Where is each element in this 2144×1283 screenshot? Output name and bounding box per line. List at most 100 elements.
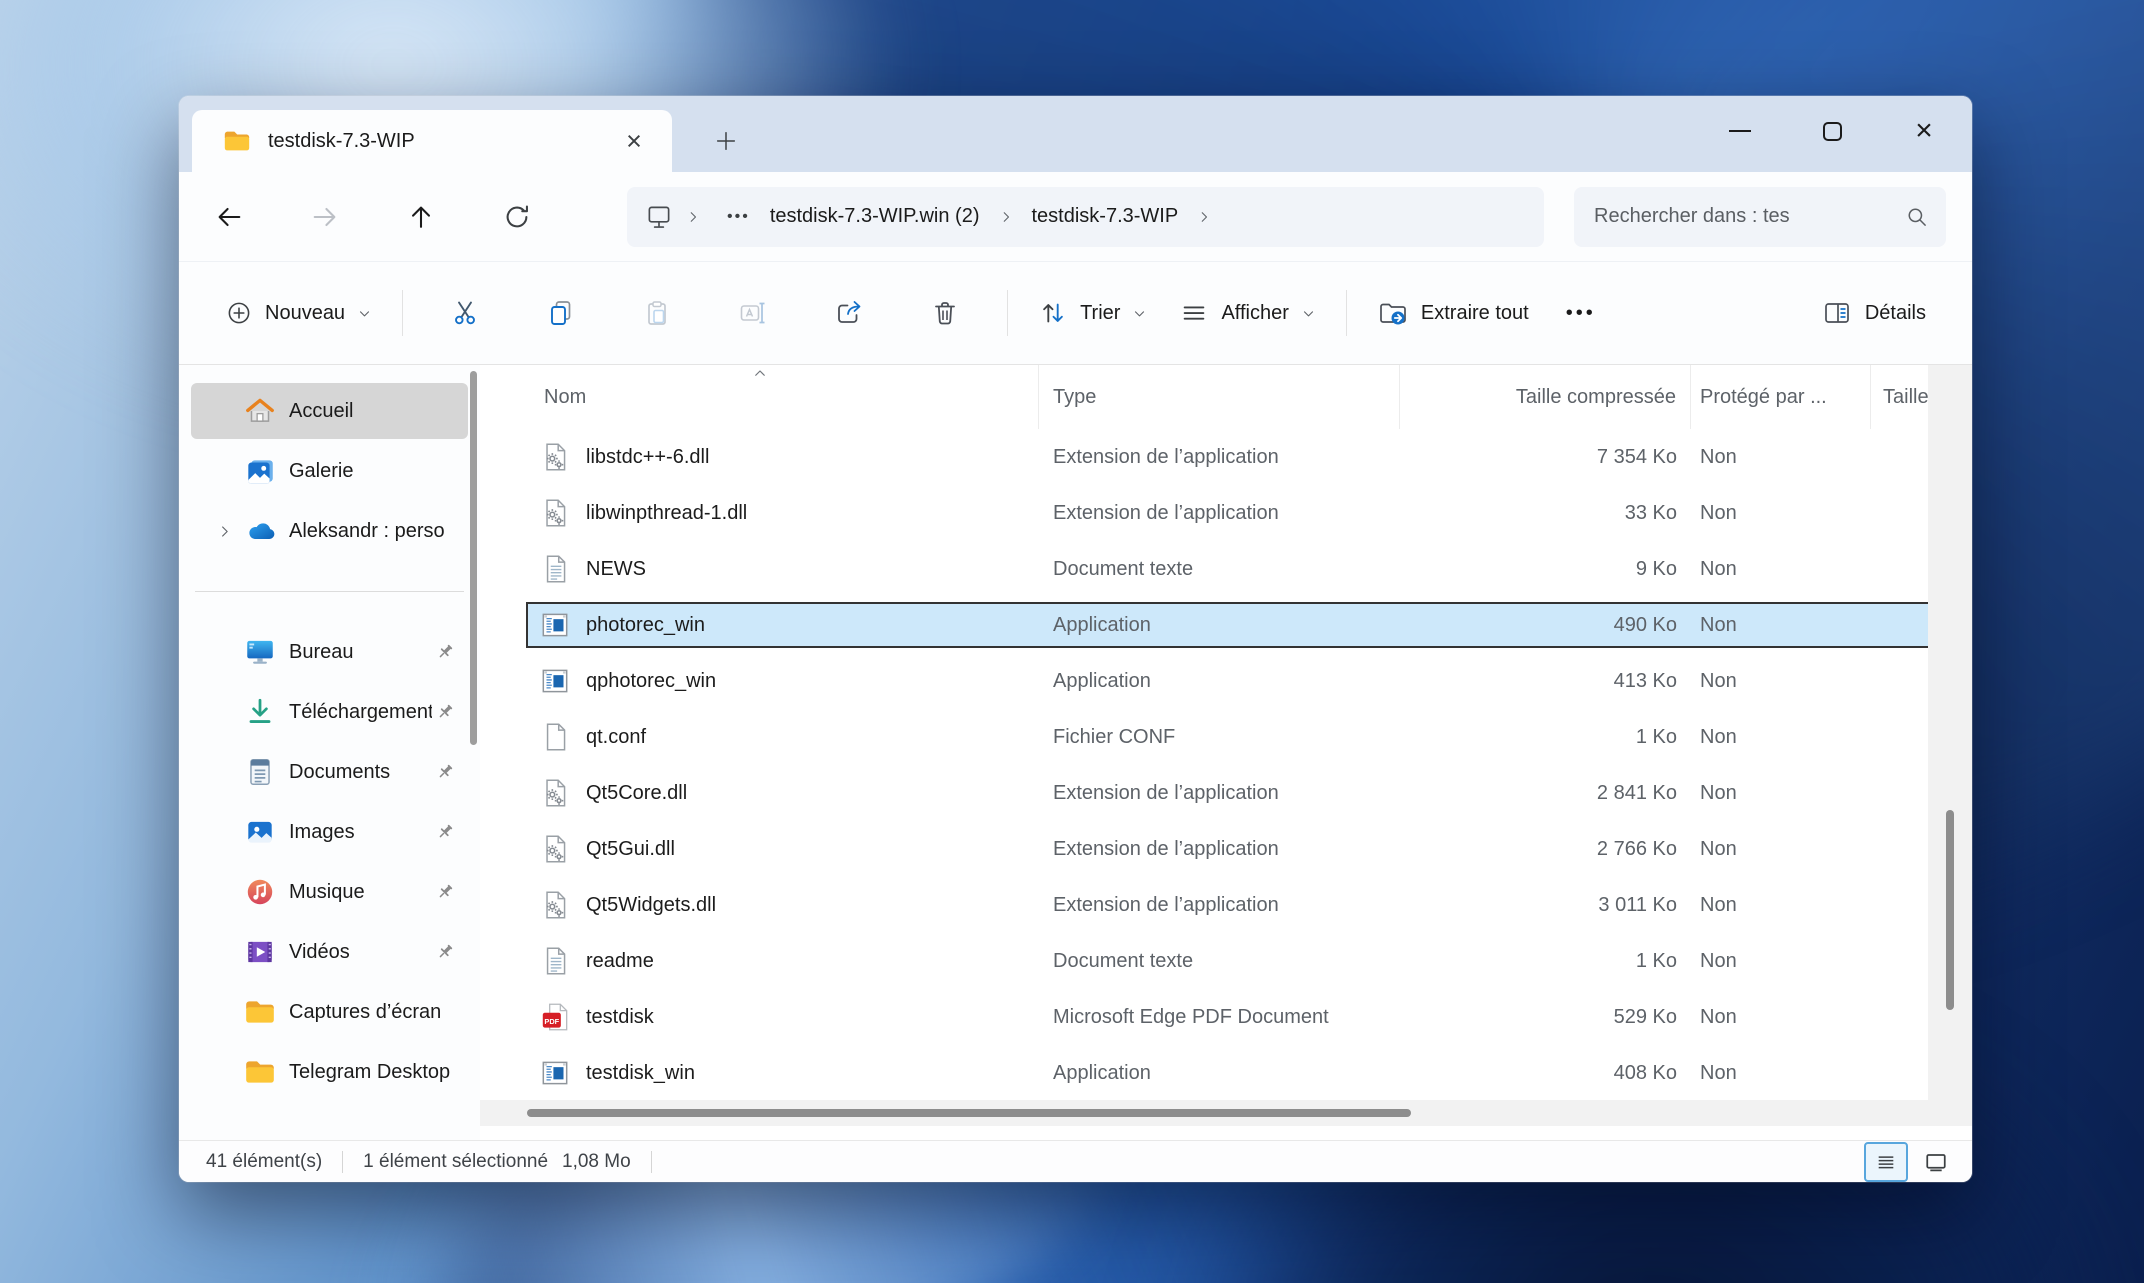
sidebar-item-folder[interactable]: Captures d’écran — [191, 984, 468, 1040]
cut-button[interactable] — [417, 281, 513, 345]
forward-button[interactable] — [301, 193, 349, 241]
status-divider — [342, 1150, 344, 1173]
file-row[interactable]: libstdc++-6.dll Extension de l’applicatio… — [480, 429, 1972, 485]
minimize-button[interactable] — [1694, 96, 1786, 166]
file-row[interactable]: qphotorec_win Application 413 Ko Non — [480, 653, 1972, 709]
toolbar-divider — [1007, 290, 1009, 336]
file-password-protected: Non — [1700, 893, 1737, 916]
file-name: testdisk_win — [586, 1061, 695, 1084]
sidebar-item-download[interactable]: Téléchargements — [191, 684, 468, 740]
explorer-tab[interactable]: testdisk-7.3-WIP × — [192, 110, 672, 172]
file-row[interactable]: readme Document texte 1 Ko Non — [480, 933, 1972, 989]
file-compressed-size: 33 Ko — [1624, 501, 1677, 524]
sidebar-item-music[interactable]: Musique — [191, 864, 468, 920]
breadcrumb-item[interactable]: testdisk-7.3-WIP.win (2) — [764, 205, 986, 228]
chevron-right-icon[interactable] — [986, 209, 1026, 225]
tab-title: testdisk-7.3-WIP — [268, 129, 415, 152]
file-name-cell: testdisk_win — [480, 1056, 1039, 1090]
view-button[interactable]: Afficher — [1163, 281, 1331, 345]
file-row[interactable]: testdisk_win Application 408 Ko Non — [480, 1045, 1972, 1101]
search-icon[interactable] — [1904, 204, 1930, 230]
breadcrumb-item[interactable]: testdisk-7.3-WIP — [1026, 205, 1185, 228]
chevron-right-icon[interactable] — [673, 209, 713, 225]
column-header-protege-par[interactable]: Protégé par ... — [1691, 365, 1871, 429]
file-password-protected: Non — [1700, 501, 1737, 524]
file-row[interactable]: libwinpthread-1.dll Extension de l’applic… — [480, 485, 1972, 541]
title-bar[interactable]: testdisk-7.3-WIP × × — [179, 96, 1972, 172]
more-options-button[interactable]: ••• — [1545, 281, 1617, 345]
pin-icon — [434, 701, 458, 723]
file-row[interactable]: testdisk Microsoft Edge PDF Document 529 K… — [480, 989, 1972, 1045]
file-password-protected: Non — [1700, 725, 1737, 748]
chevron-right-icon[interactable] — [205, 523, 243, 540]
file-row[interactable]: Qt5Gui.dll Extension de l’application 2 76… — [480, 821, 1972, 877]
vertical-scrollbar-thumb[interactable] — [1946, 810, 1954, 1010]
status-bar: 41 élément(s) 1 élément sélectionné 1,08… — [179, 1140, 1972, 1182]
minimize-icon — [1729, 130, 1751, 132]
new-tab-button[interactable] — [703, 118, 749, 164]
details-view-button[interactable] — [1864, 1141, 1908, 1182]
details-pane-button[interactable]: Détails — [1805, 281, 1942, 345]
file-row[interactable]: Qt5Widgets.dll Extension de l’application… — [480, 877, 1972, 933]
sidebar-item-gallery[interactable]: Galerie — [191, 443, 468, 499]
back-button[interactable] — [205, 193, 253, 241]
file-compressed-size: 2 766 Ko — [1596, 837, 1677, 860]
file-name: libstdc++-6.dll — [586, 445, 710, 468]
horizontal-scrollbar-thumb[interactable] — [527, 1109, 1411, 1117]
thumbnails-view-button[interactable] — [1914, 1142, 1958, 1182]
file-type: Extension de l’application — [1053, 837, 1279, 860]
folder-icon — [243, 1055, 277, 1089]
chevron-right-icon[interactable] — [1184, 209, 1224, 225]
column-header-type[interactable]: Type — [1039, 365, 1400, 429]
toolbar-divider — [1345, 290, 1347, 336]
breadcrumb-overflow[interactable]: ••• — [713, 208, 764, 226]
file-password-protected: Non — [1700, 949, 1737, 972]
sidebar-item-images[interactable]: Images — [191, 804, 468, 860]
search-box[interactable] — [1574, 186, 1946, 247]
sidebar-item-folder[interactable]: Telegram Desktop — [191, 1044, 468, 1100]
dll-file-icon — [538, 888, 572, 922]
sidebar-item-label: Téléchargements — [289, 700, 432, 723]
tab-close-icon[interactable]: × — [614, 126, 654, 157]
search-input[interactable] — [1594, 205, 1904, 228]
file-compressed-size: 413 Ko — [1613, 669, 1677, 692]
trash-icon — [929, 297, 961, 329]
item-count: 41 élément(s) — [206, 1150, 323, 1172]
delete-button[interactable] — [897, 281, 993, 345]
sidebar-scrollbar[interactable] — [470, 371, 477, 745]
up-button[interactable] — [397, 193, 445, 241]
sidebar-item-desktop[interactable]: Bureau — [191, 624, 468, 680]
pin-icon — [434, 641, 458, 663]
sidebar-item-documents[interactable]: Documents — [191, 744, 468, 800]
address-bar: ••• testdisk-7.3-WIP.win (2) testdisk-7.3… — [179, 172, 1972, 261]
file-row[interactable]: NEWS Document texte 9 Ko Non — [480, 541, 1972, 597]
new-button[interactable]: Nouveau — [209, 281, 388, 345]
share-button[interactable] — [801, 281, 897, 345]
sidebar-item-home[interactable]: Accueil — [191, 383, 468, 439]
file-name-cell: qt.conf — [480, 720, 1039, 754]
vertical-scrollbar[interactable] — [1928, 365, 1972, 1126]
pdf-file-icon — [538, 1000, 572, 1034]
horizontal-scrollbar[interactable] — [480, 1100, 1928, 1126]
sort-button[interactable]: Trier — [1022, 281, 1163, 345]
chevron-down-icon — [1301, 306, 1316, 321]
close-button[interactable]: × — [1878, 96, 1970, 166]
refresh-button[interactable] — [493, 193, 541, 241]
sidebar-item-onedrive[interactable]: Aleksandr : perso — [191, 503, 468, 559]
file-name-cell: qphotorec_win — [480, 664, 1039, 698]
maximize-icon — [1822, 121, 1842, 141]
dll-file-icon — [538, 832, 572, 866]
file-row[interactable]: photorec_win Application 490 Ko Non — [480, 597, 1972, 653]
sidebar-item-videos[interactable]: Vidéos — [191, 924, 468, 980]
extract-all-button[interactable]: Extraire tout — [1361, 281, 1545, 345]
app-file-icon — [538, 664, 572, 698]
paste-button[interactable] — [609, 281, 705, 345]
column-header-taille-compressee[interactable]: Taille compressée — [1400, 365, 1691, 429]
maximize-button[interactable] — [1786, 96, 1878, 166]
file-row[interactable]: Qt5Core.dll Extension de l’application 2 8… — [480, 765, 1972, 821]
breadcrumb[interactable]: ••• testdisk-7.3-WIP.win (2) testdisk-7.3… — [627, 186, 1544, 247]
file-row[interactable]: qt.conf Fichier CONF 1 Ko Non — [480, 709, 1972, 765]
rename-button[interactable] — [705, 281, 801, 345]
this-pc-icon[interactable] — [645, 203, 673, 231]
copy-button[interactable] — [513, 281, 609, 345]
